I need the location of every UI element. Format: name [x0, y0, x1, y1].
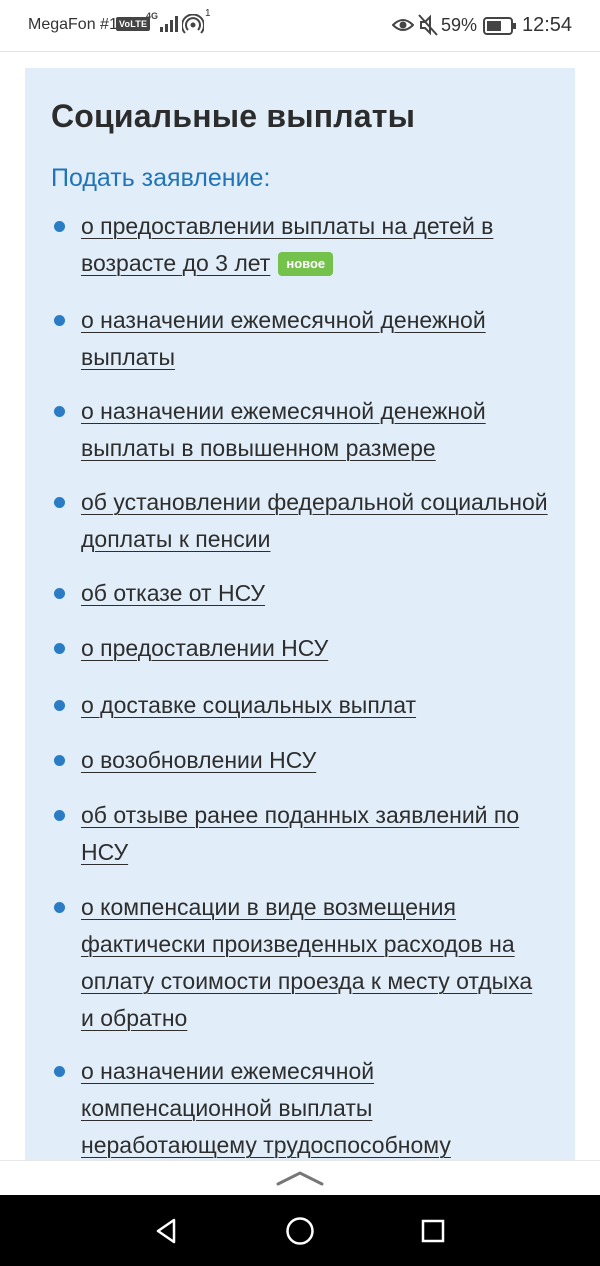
clock: 12:54: [522, 14, 573, 36]
hotspot-count: 1: [205, 8, 211, 19]
bullet-icon: [54, 1066, 65, 1077]
screen: MegaFon #1 VoLTE 4G 1 59% 12:54 Социальн…: [0, 0, 600, 1266]
bullet-icon: [54, 643, 65, 654]
battery-icon: [483, 17, 517, 40]
status-bar: MegaFon #1 VoLTE 4G 1 59% 12:54: [0, 0, 600, 52]
bullet-icon: [54, 700, 65, 711]
new-badge: новое: [278, 252, 334, 276]
home-circle-icon[interactable]: [280, 1211, 320, 1251]
page-title: Социальные выплаты: [51, 98, 416, 134]
bullet-icon: [54, 588, 65, 599]
bullet-icon: [54, 406, 65, 417]
mute-icon: [418, 14, 438, 41]
signal-icon: [160, 16, 178, 37]
application-link[interactable]: о назначении ежемесячной компенсационной…: [81, 1053, 551, 1164]
back-triangle-icon[interactable]: [147, 1211, 187, 1251]
section-subtitle: Подать заявление:: [51, 164, 271, 192]
application-link[interactable]: об отзыве ранее поданных заявлений по НС…: [81, 797, 551, 871]
battery-percent: 59%: [441, 15, 478, 35]
bullet-icon: [54, 315, 65, 326]
application-link[interactable]: об отказе от НСУ: [81, 575, 551, 612]
application-link[interactable]: о предоставлении НСУ: [81, 630, 551, 667]
application-link[interactable]: о компенсации в виде возмещения фактичес…: [81, 889, 551, 1037]
navigation-bar: [0, 1195, 600, 1266]
carrier-name: MegaFon #1: [28, 16, 118, 33]
application-link[interactable]: о предоставлении выплаты на детей в возр…: [81, 208, 551, 282]
application-link[interactable]: о доставке социальных выплат: [81, 687, 551, 724]
bullet-icon: [54, 497, 65, 508]
bullet-icon: [54, 810, 65, 821]
application-link[interactable]: о возобновлении НСУ: [81, 742, 551, 779]
bullet-icon: [54, 221, 65, 232]
application-link[interactable]: об установлении федеральной социальной д…: [81, 484, 551, 558]
application-link[interactable]: о назначении ежемесячной денежной выплат…: [81, 393, 551, 467]
hotspot-icon: [181, 13, 205, 41]
application-link[interactable]: о назначении ежемесячной денежной выплат…: [81, 302, 551, 376]
recent-square-icon[interactable]: [413, 1211, 453, 1251]
chevron-up-icon[interactable]: [276, 1169, 324, 1191]
social-payments-panel: Социальные выплаты Подать заявление: о п…: [25, 68, 575, 1168]
eye-icon: [391, 16, 415, 39]
bullet-icon: [54, 755, 65, 766]
bullet-icon: [54, 902, 65, 913]
bottom-sheet-handle[interactable]: [0, 1160, 600, 1195]
network-type: 4G: [146, 11, 159, 21]
